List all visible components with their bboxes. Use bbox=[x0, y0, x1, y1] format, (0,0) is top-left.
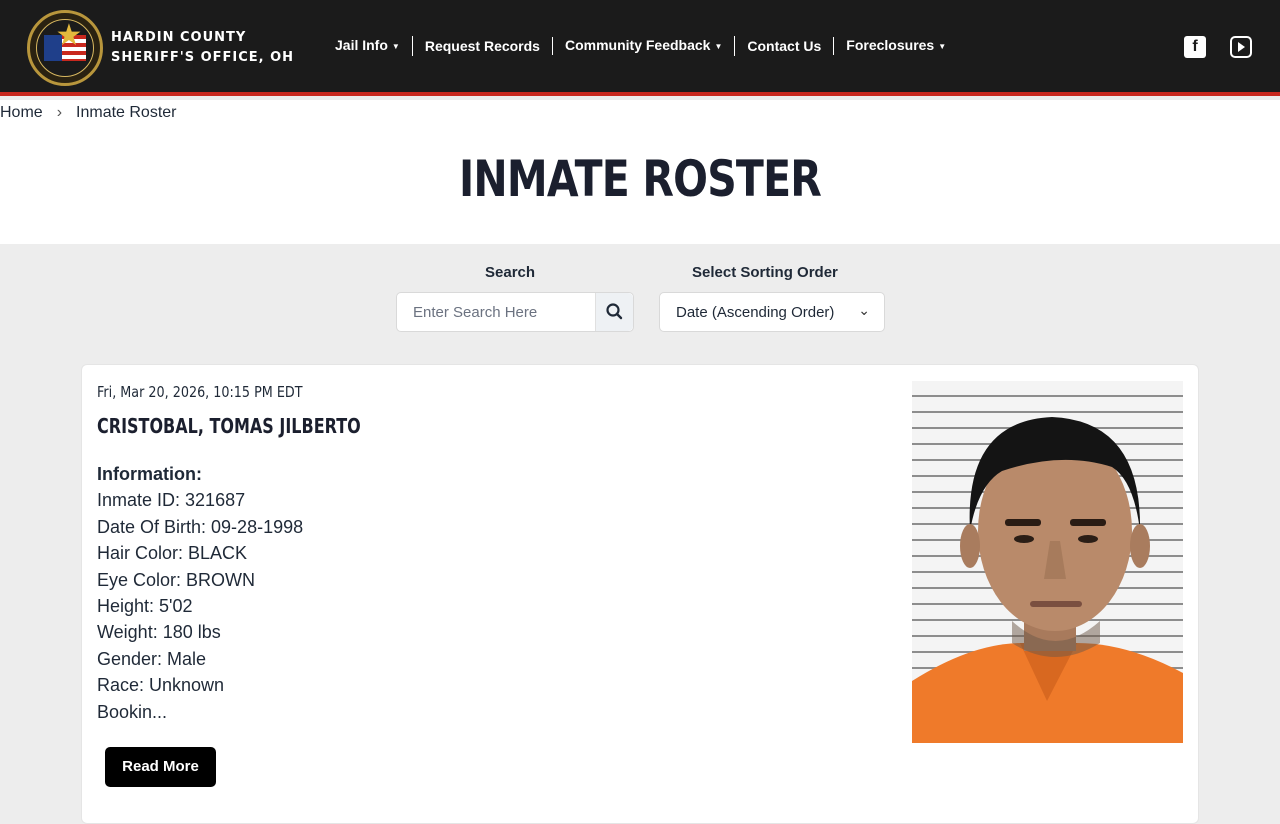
sheriff-badge-logo[interactable]: ★ bbox=[27, 10, 103, 86]
play-icon bbox=[1238, 42, 1245, 52]
youtube-icon[interactable] bbox=[1230, 36, 1252, 58]
nav-request-records-label: Request Records bbox=[424, 38, 540, 54]
chevron-right-icon: › bbox=[56, 104, 63, 121]
breadcrumb-current: Inmate Roster bbox=[76, 104, 177, 121]
chevron-down-icon: ⌄ bbox=[858, 302, 870, 318]
sort-selected-value: Date (Ascending Order) bbox=[676, 304, 835, 321]
inmate-mugshot[interactable] bbox=[912, 381, 1183, 743]
search-icon bbox=[606, 303, 623, 320]
page-title: INMATE ROSTER bbox=[458, 150, 822, 208]
nav-community-feedback-label: Community Feedback bbox=[564, 37, 711, 54]
nav-jail-info-label: Jail Info bbox=[335, 37, 388, 54]
nav-foreclosures[interactable]: Foreclosures ▼ bbox=[834, 36, 958, 55]
nav-contact-us-label: Contact Us bbox=[747, 38, 822, 54]
inmate-info: Information: Inmate ID: 321687 Date Of B… bbox=[97, 461, 303, 725]
inmate-race: Race: Unknown bbox=[97, 675, 225, 696]
caret-down-icon: ▼ bbox=[391, 41, 400, 51]
search-label: Search bbox=[485, 264, 536, 281]
brand-line-1: HARDIN COUNTY bbox=[111, 30, 247, 45]
nav-community-feedback[interactable]: Community Feedback ▼ bbox=[553, 36, 736, 56]
caret-down-icon: ▼ bbox=[938, 41, 947, 51]
inmate-hair: Hair Color: BLACK bbox=[97, 543, 248, 564]
booking-date: Fri, Mar 20, 2026, 10:15 PM EDT bbox=[97, 383, 303, 401]
inmate-name[interactable]: CRISTOBAL, TOMAS JILBERTO bbox=[97, 414, 361, 438]
inmate-weight: Weight: 180 lbs bbox=[97, 622, 221, 643]
main-nav: Jail Info ▼ Request Records Community Fee… bbox=[323, 36, 958, 56]
nav-foreclosures-label: Foreclosures bbox=[846, 37, 935, 54]
inmate-id: Inmate ID: 321687 bbox=[97, 490, 246, 511]
breadcrumb: Home › Inmate Roster bbox=[0, 104, 177, 122]
read-more-button[interactable]: Read More bbox=[105, 747, 216, 787]
nav-jail-info[interactable]: Jail Info ▼ bbox=[323, 36, 413, 56]
breadcrumb-home[interactable]: Home bbox=[0, 104, 43, 122]
site-brand[interactable]: HARDIN COUNTY SHERIFF'S OFFICE, OH bbox=[111, 28, 294, 68]
search-input[interactable] bbox=[397, 293, 595, 331]
inmate-eyes: Eye Color: BROWN bbox=[97, 569, 256, 590]
nav-request-records[interactable]: Request Records bbox=[413, 37, 553, 55]
nav-contact-us[interactable]: Contact Us bbox=[735, 37, 835, 55]
sort-select[interactable]: Date (Ascending Order) ⌄ bbox=[659, 292, 885, 332]
search-button[interactable] bbox=[595, 293, 633, 331]
inmate-dob: Date Of Birth: 09-28-1998 bbox=[97, 516, 304, 537]
caret-down-icon: ▼ bbox=[714, 41, 723, 51]
brand-line-2: SHERIFF'S OFFICE, OH bbox=[111, 50, 295, 65]
inmate-height: Height: 5'02 bbox=[97, 596, 193, 617]
star-icon: ★ bbox=[55, 19, 83, 52]
mugshot-image bbox=[912, 417, 1183, 743]
inmate-gender: Gender: Male bbox=[97, 648, 207, 669]
facebook-icon[interactable]: f bbox=[1184, 36, 1206, 58]
search-box bbox=[396, 292, 634, 332]
sort-label: Select Sorting Order bbox=[692, 264, 838, 281]
inmate-booking-truncated: Bookin... bbox=[97, 701, 168, 722]
info-heading: Information: bbox=[97, 464, 202, 484]
